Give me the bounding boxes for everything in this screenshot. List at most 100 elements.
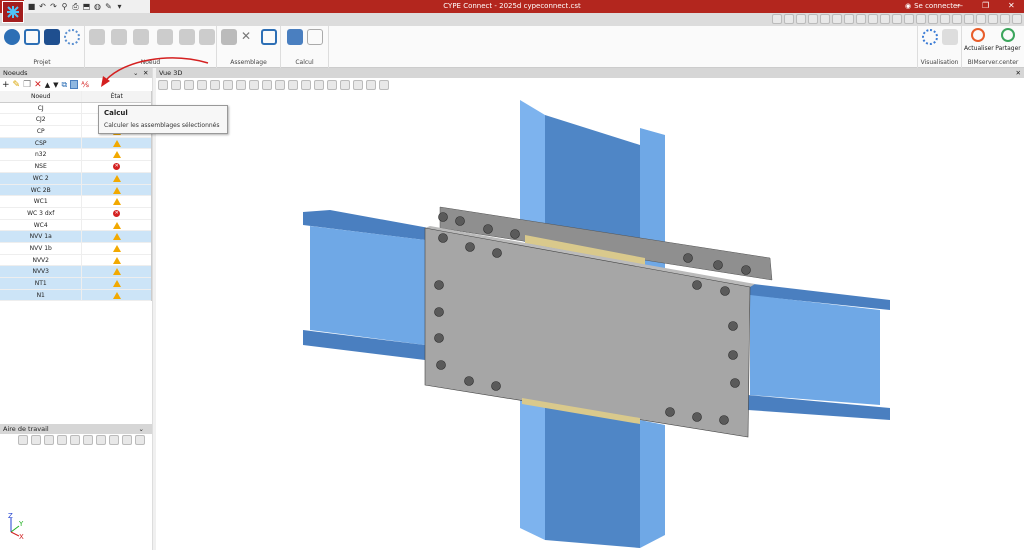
undo-icon[interactable]: ↶ [38, 2, 47, 11]
bim-icon[interactable] [1000, 14, 1010, 24]
fit-icon[interactable] [379, 79, 389, 90]
view-top-icon[interactable] [57, 435, 67, 445]
cype-icon[interactable] [44, 29, 60, 45]
comment-icon[interactable] [964, 14, 974, 24]
eye-icon[interactable] [288, 79, 298, 90]
share-button[interactable]: Partager [994, 28, 1022, 52]
view-front-icon[interactable] [44, 435, 54, 445]
render-icon[interactable] [109, 435, 119, 445]
section-icon[interactable] [96, 435, 106, 445]
snap-icon[interactable] [892, 14, 902, 24]
dropdown-icon[interactable]: ▾ [115, 2, 124, 11]
view-front-icon[interactable] [197, 79, 207, 90]
search-icon[interactable]: ⚲ [60, 2, 69, 11]
table-row[interactable]: CSP [0, 137, 151, 150]
chevron-down-icon[interactable]: ⌄ [133, 68, 138, 78]
export-icon[interactable]: ⬒ [82, 2, 91, 11]
color-icon[interactable]: ◍ [93, 2, 102, 11]
table-row[interactable]: NT1 [0, 278, 151, 290]
frame-icon[interactable] [868, 14, 878, 24]
red-blue-icon[interactable] [236, 79, 246, 90]
close-icon[interactable]: ✕ [143, 68, 148, 78]
delete-connection-icon[interactable]: ✕ [241, 29, 257, 45]
edit-icon[interactable]: ✎ [104, 2, 113, 11]
table-row[interactable]: NVV2 [0, 254, 151, 267]
render-icon[interactable] [275, 79, 285, 90]
table-row[interactable]: NVV 1b [0, 242, 151, 255]
pan-icon[interactable] [366, 79, 376, 90]
table-row[interactable]: WC 2 [0, 172, 151, 185]
delete-node-icon[interactable] [133, 29, 149, 45]
green-icon[interactable] [83, 435, 93, 445]
zoom-all-icon[interactable] [784, 14, 794, 24]
node-b-icon[interactable] [179, 29, 195, 45]
close-button[interactable]: ✕ [1008, 1, 1015, 10]
section-icon[interactable] [262, 79, 272, 90]
angle-icon[interactable] [928, 14, 938, 24]
eye-icon[interactable] [122, 435, 132, 445]
3d-viewport[interactable] [156, 91, 1024, 550]
warning-view-icon[interactable] [942, 29, 958, 45]
delete-icon[interactable]: ✕ [34, 80, 42, 90]
rotate-icon[interactable] [340, 79, 350, 90]
column-header-etat[interactable]: État [82, 91, 151, 102]
connection-icon[interactable] [221, 29, 237, 45]
settings-icon[interactable] [64, 29, 80, 45]
move-icon[interactable] [844, 14, 854, 24]
connection-report-icon[interactable] [261, 29, 277, 45]
table-row[interactable]: NVV3 [0, 266, 151, 278]
edit-icon[interactable]: ✎ [13, 80, 21, 90]
table-row[interactable]: WC 2B [0, 184, 151, 197]
calendar-icon[interactable] [952, 14, 962, 24]
axes-icon[interactable] [171, 79, 181, 90]
zoom-all-icon[interactable] [314, 79, 324, 90]
import-icon[interactable]: ⧉ [62, 80, 68, 90]
table-row[interactable]: WC1 [0, 196, 151, 208]
red-blue-icon[interactable] [70, 435, 80, 445]
add-node-icon[interactable] [89, 29, 105, 45]
move-down-icon[interactable]: ▼ [53, 81, 58, 89]
update-button[interactable]: Actualiser [964, 28, 994, 52]
cube-icon[interactable] [184, 79, 194, 90]
table-row[interactable]: WC 3 dxf ✕ [0, 207, 151, 220]
zoom-in-icon[interactable] [820, 14, 830, 24]
copy-icon[interactable]: ❐ [23, 80, 31, 90]
clock-icon[interactable] [940, 14, 950, 24]
info-icon[interactable] [24, 29, 40, 45]
print-icon[interactable]: ⎙ [71, 2, 80, 11]
calculator-icon[interactable] [287, 29, 303, 45]
calculator-disabled-icon[interactable] [307, 29, 323, 45]
pan-icon[interactable] [832, 14, 842, 24]
add-icon[interactable]: + [2, 80, 10, 90]
view-top-icon[interactable] [223, 79, 233, 90]
view-settings-icon[interactable] [922, 29, 938, 45]
rotate-icon[interactable] [808, 14, 818, 24]
zoom-window-icon[interactable] [772, 14, 782, 24]
fit-icon[interactable] [856, 14, 866, 24]
book-icon[interactable] [1012, 14, 1022, 24]
layout-icon[interactable] [988, 14, 998, 24]
axes-icon[interactable] [18, 435, 28, 445]
globe-icon[interactable] [4, 29, 20, 45]
zoom-in-icon[interactable] [353, 79, 363, 90]
minimize-button[interactable]: — [955, 1, 963, 10]
column-header-noeud[interactable]: Noeud [0, 91, 83, 102]
move-up-icon[interactable]: ▲ [45, 81, 50, 89]
cube-icon[interactable] [31, 435, 41, 445]
chevron-down-icon[interactable]: ⌄ [139, 424, 144, 434]
layers-icon[interactable] [158, 79, 168, 90]
zoom-icon[interactable] [796, 14, 806, 24]
redo-icon[interactable]: ↷ [49, 2, 58, 11]
green-icon[interactable] [249, 79, 259, 90]
zoom-window-icon[interactable] [301, 79, 311, 90]
table-row[interactable]: NSE ✕ [0, 161, 151, 173]
save-icon[interactable]: ■ [27, 2, 36, 11]
table-row[interactable]: NVV 1a [0, 231, 151, 243]
table-row[interactable]: WC4 [0, 219, 151, 232]
close-icon[interactable]: ✕ [1016, 68, 1021, 78]
grid-icon[interactable] [880, 14, 890, 24]
node-c-icon[interactable] [199, 29, 215, 45]
node-a-icon[interactable] [157, 29, 173, 45]
edit-node-icon[interactable] [111, 29, 127, 45]
delete-calc-icon[interactable]: ⅍ [81, 80, 89, 89]
